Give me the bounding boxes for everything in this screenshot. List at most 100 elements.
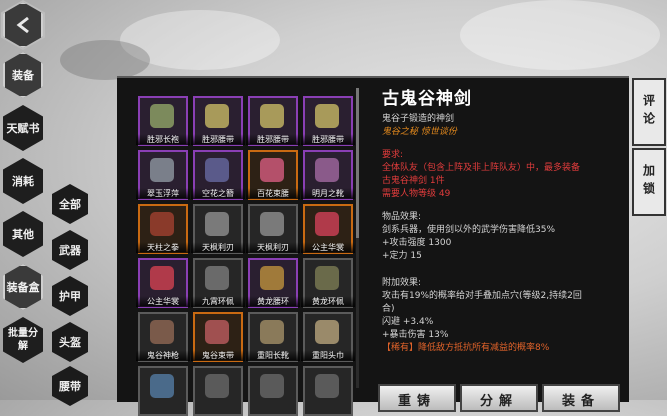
subtab-belt[interactable]: 腰带 [52, 366, 88, 406]
item-icon [260, 212, 284, 236]
item-slot[interactable] [138, 366, 188, 416]
item-name: 重阳头巾 [301, 350, 355, 361]
decompose-button[interactable]: 分解 [460, 384, 538, 412]
item-slot[interactable]: 明月之靴 [301, 150, 355, 200]
scrollbar-thumb[interactable] [356, 88, 359, 238]
item-name: 明月之靴 [301, 188, 355, 199]
item-icon [150, 374, 174, 398]
forge-button[interactable]: 重铸 [378, 384, 456, 412]
effect-header: 物品效果: [382, 212, 422, 222]
tab-talent-books[interactable]: 天赋书 [3, 105, 43, 151]
item-name: 胜邪腰带 [301, 134, 355, 145]
item-slot[interactable]: 天枫利刃 [246, 204, 300, 254]
item-name: 黄龙环佩 [301, 296, 355, 307]
item-slot[interactable]: 天枫利刃 [191, 204, 245, 254]
item-name: 鬼谷神枪 [136, 350, 190, 361]
item-slot[interactable]: 鬼谷束带 [191, 312, 245, 362]
item-icon [205, 374, 229, 398]
item-name: 黄龙腰环 [246, 296, 300, 307]
item-slot[interactable]: 九霄环佩 [191, 258, 245, 308]
item-slot[interactable] [193, 366, 243, 416]
subtab-all[interactable]: 全部 [52, 184, 88, 224]
equip-button[interactable]: 装备 [542, 384, 620, 412]
item-slot[interactable]: 鬼谷神枪 [136, 312, 190, 362]
item-slot[interactable]: 天柱之拳 [136, 204, 190, 254]
item-name: 空花之簪 [191, 188, 245, 199]
bonus-line: +暴击伤害 13% [382, 330, 449, 340]
item-icon [315, 212, 339, 236]
grid-scrollbar[interactable] [356, 88, 359, 388]
item-icon [260, 320, 284, 344]
item-name: 胜邪长袍 [136, 134, 190, 145]
item-slot[interactable]: 黄龙环佩 [301, 258, 355, 308]
bonus-header: 附加效果: [382, 278, 422, 288]
item-name: 天柱之拳 [136, 242, 190, 253]
item-icon [260, 158, 284, 182]
rare-effect-line: 【稀有】降低敌方抵抗所有减益的概率8% [382, 343, 550, 353]
back-arrow-icon [16, 16, 29, 34]
item-icon [260, 374, 284, 398]
item-icon [205, 212, 229, 236]
item-name: 天枫利刃 [246, 242, 300, 253]
review-button[interactable]: 评论 [632, 78, 666, 146]
effect-line: +定力 15 [382, 251, 422, 261]
tab-equipment-box[interactable]: 装备盒 [3, 264, 43, 310]
item-icon [150, 266, 174, 290]
item-slot[interactable]: 胜邪长袍 [136, 96, 190, 146]
requirement-line: 需要人物等级 49 [382, 189, 451, 199]
item-icon [315, 158, 339, 182]
item-name: 公主华裳 [301, 242, 355, 253]
tab-batch-decompose[interactable]: 批量分解 [3, 317, 43, 363]
item-name: 鬼谷束带 [191, 350, 245, 361]
item-title: 古鬼谷神剑 [382, 89, 472, 109]
item-name: 公主华裳 [136, 296, 190, 307]
item-icon [315, 320, 339, 344]
item-icon [205, 104, 229, 128]
item-slot[interactable]: 重阳长靴 [246, 312, 300, 362]
item-icon [315, 266, 339, 290]
item-slot[interactable]: 胜邪腰带 [191, 96, 245, 146]
item-icon [260, 266, 284, 290]
subtab-armor[interactable]: 护甲 [52, 276, 88, 316]
tab-equipment[interactable]: 装备 [3, 52, 43, 98]
item-slot[interactable]: 黄龙腰环 [246, 258, 300, 308]
cloud-decoration [60, 40, 150, 80]
item-slot[interactable]: 胜邪腰带 [246, 96, 300, 146]
item-name: 翠玉浮萍 [136, 188, 190, 199]
item-slot[interactable]: 空花之簪 [191, 150, 245, 200]
item-name: 胜邪腰带 [246, 134, 300, 145]
item-slot[interactable]: 胜邪腰带 [301, 96, 355, 146]
item-icon [150, 158, 174, 182]
requirement-header: 要求: [382, 150, 404, 160]
item-slot[interactable]: 公主华裳 [301, 204, 355, 254]
item-icon [205, 266, 229, 290]
requirement-line: 古鬼谷神剑 1件 [382, 176, 445, 186]
subtab-helmet[interactable]: 头盔 [52, 322, 88, 362]
tab-consumables[interactable]: 消耗 [3, 158, 43, 204]
item-detail: 古鬼谷神剑 鬼谷子锻造的神剑 鬼谷之秘 惊世谈份 要求: 全体队友（包含上阵及非… [382, 84, 622, 355]
cloud-decoration [460, 0, 660, 70]
item-slot[interactable]: 翠玉浮萍 [136, 150, 190, 200]
subtab-weapon[interactable]: 武器 [52, 230, 88, 270]
item-tags: 鬼谷之秘 惊世谈份 [382, 127, 457, 137]
bonus-line: 攻击有19%的概率给对手叠加点穴(等级2,持续2回 [382, 291, 582, 301]
lock-button[interactable]: 加锁 [632, 148, 666, 216]
item-icon [150, 104, 174, 128]
item-slot[interactable] [303, 366, 353, 416]
item-name: 九霄环佩 [191, 296, 245, 307]
requirement-line: 全体队友（包含上阵及非上阵队友）中，最多装备 [382, 163, 581, 173]
item-name: 胜邪腰带 [191, 134, 245, 145]
item-slot[interactable] [248, 366, 298, 416]
effect-line: +攻击强度 1300 [382, 238, 452, 248]
item-name: 天枫利刃 [191, 242, 245, 253]
tab-other[interactable]: 其他 [3, 211, 43, 257]
effect-line: 剑系兵器，使用剑以外的武学伤害降低35% [382, 225, 556, 235]
item-icon [205, 158, 229, 182]
item-subtitle: 鬼谷子锻造的神剑 [382, 114, 455, 124]
item-icon [315, 104, 339, 128]
item-slot[interactable]: 公主华裳 [136, 258, 190, 308]
item-slot[interactable]: 重阳头巾 [301, 312, 355, 362]
item-slot[interactable]: 百花束腰 [246, 150, 300, 200]
item-icon [150, 320, 174, 344]
item-name: 百花束腰 [246, 188, 300, 199]
